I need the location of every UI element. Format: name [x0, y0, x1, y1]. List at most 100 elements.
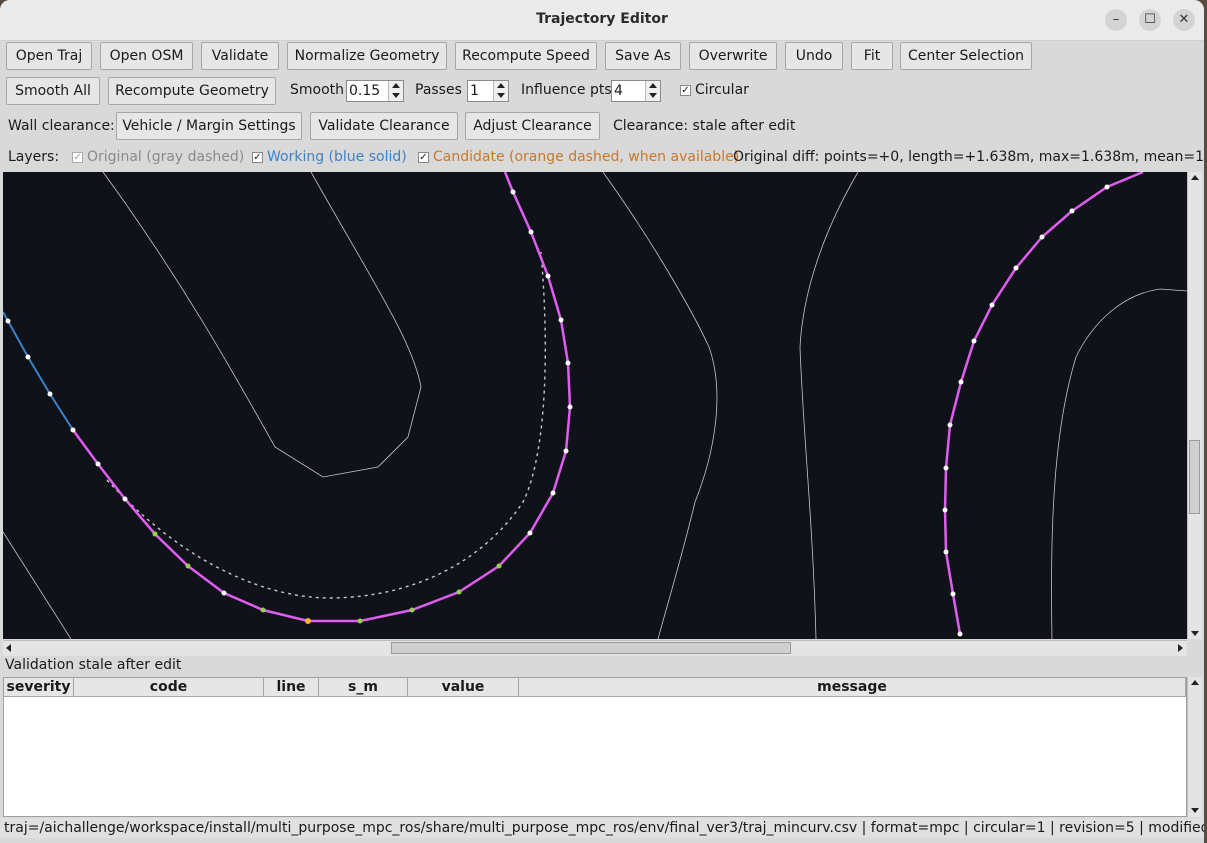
- selected-trajectory-segment[interactable]: [71, 172, 572, 623]
- right-trajectory-segment[interactable]: [943, 172, 1144, 635]
- validate-button[interactable]: Validate: [201, 42, 279, 70]
- trajectory-point[interactable]: [550, 490, 556, 496]
- save-as-button[interactable]: Save As: [605, 42, 681, 70]
- spin-up-icon[interactable]: [649, 83, 657, 88]
- candidate-layer-checkbox[interactable]: ✓: [418, 152, 429, 163]
- trajectory-point[interactable]: [5, 318, 11, 324]
- selected-point[interactable]: [305, 618, 311, 624]
- vehicle-margin-settings-button[interactable]: Vehicle / Margin Settings: [116, 112, 302, 140]
- column-s-m[interactable]: s_m: [319, 678, 408, 697]
- trajectory-point[interactable]: [942, 507, 948, 513]
- wall-right-inner: [1051, 288, 1187, 639]
- trajectory-point[interactable]: [221, 590, 227, 596]
- canvas-horizontal-scrollbar[interactable]: [3, 640, 1187, 656]
- trajectory-point[interactable]: [947, 422, 953, 428]
- open-traj-button[interactable]: Open Traj: [6, 42, 92, 70]
- recompute-speed-button[interactable]: Recompute Speed: [455, 42, 597, 70]
- circular-checkbox[interactable]: ✓: [680, 85, 691, 96]
- trajectory-point[interactable]: [943, 465, 949, 471]
- column-message[interactable]: message: [519, 678, 1186, 697]
- spin-down-icon[interactable]: [497, 93, 505, 98]
- validation-table[interactable]: severity code line s_m value message: [3, 677, 1187, 817]
- trajectory-point[interactable]: [943, 549, 949, 555]
- scroll-up-icon[interactable]: [1191, 680, 1199, 685]
- trajectory-point[interactable]: [558, 317, 564, 323]
- passes-label: Passes: [415, 82, 462, 98]
- trajectory-point[interactable]: [122, 496, 128, 502]
- scroll-down-icon[interactable]: [1191, 631, 1199, 636]
- trajectory-point[interactable]: [989, 302, 995, 308]
- canvas-vertical-scrollbar[interactable]: [1187, 172, 1202, 639]
- trajectory-point[interactable]: [563, 448, 569, 454]
- smooth-spin-arrows[interactable]: [388, 81, 403, 101]
- close-button[interactable]: ✕: [1173, 9, 1195, 31]
- influence-spin-arrows[interactable]: [645, 81, 660, 101]
- minimize-button[interactable]: –: [1105, 9, 1127, 31]
- trajectory-point[interactable]: [957, 631, 963, 637]
- trajectory-point[interactable]: [95, 461, 101, 467]
- recompute-geometry-button[interactable]: Recompute Geometry: [108, 77, 276, 105]
- trajectory-point[interactable]: [1039, 234, 1045, 240]
- column-severity[interactable]: severity: [4, 678, 74, 697]
- circular-label: Circular: [695, 82, 749, 98]
- smooth-all-button[interactable]: Smooth All: [6, 77, 100, 105]
- trajectory-point[interactable]: [567, 404, 573, 410]
- trajectory-point[interactable]: [70, 427, 76, 433]
- normalize-geometry-button[interactable]: Normalize Geometry: [287, 42, 447, 70]
- trajectory-point[interactable]: [25, 354, 31, 360]
- influence-point[interactable]: [357, 618, 363, 624]
- window-title: Trajectory Editor: [536, 11, 668, 27]
- smooth-spinbox[interactable]: 0.15: [346, 80, 404, 102]
- influence-point[interactable]: [185, 563, 191, 569]
- trajectory-point[interactable]: [565, 360, 571, 366]
- influence-point[interactable]: [152, 531, 158, 537]
- center-selection-button[interactable]: Center Selection: [900, 42, 1032, 70]
- trajectory-point[interactable]: [510, 189, 516, 195]
- maximize-button[interactable]: ☐: [1139, 9, 1161, 31]
- column-value[interactable]: value: [408, 678, 519, 697]
- column-code[interactable]: code: [74, 678, 264, 697]
- working-trajectory: [3, 311, 74, 431]
- scroll-down-icon[interactable]: [1191, 808, 1199, 813]
- horizontal-scroll-thumb[interactable]: [391, 642, 791, 654]
- trajectory-point[interactable]: [1069, 208, 1075, 214]
- influence-point[interactable]: [496, 563, 502, 569]
- spin-up-icon[interactable]: [497, 83, 505, 88]
- trajectory-points[interactable]: [5, 184, 1110, 637]
- trajectory-point[interactable]: [958, 379, 964, 385]
- spin-up-icon[interactable]: [392, 83, 400, 88]
- working-layer-checkbox[interactable]: ✓: [252, 152, 263, 163]
- trajectory-point[interactable]: [950, 591, 956, 597]
- passes-value: 1: [470, 83, 479, 99]
- passes-spin-arrows[interactable]: [493, 81, 508, 101]
- vertical-scroll-thumb[interactable]: [1189, 440, 1200, 514]
- influence-point[interactable]: [456, 589, 462, 595]
- trajectory-point[interactable]: [545, 273, 551, 279]
- table-vertical-scrollbar[interactable]: [1187, 677, 1202, 817]
- trajectory-point[interactable]: [528, 229, 534, 235]
- overwrite-button[interactable]: Overwrite: [689, 42, 777, 70]
- passes-spinbox[interactable]: 1: [467, 80, 509, 102]
- open-osm-button[interactable]: Open OSM: [100, 42, 193, 70]
- trajectory-point[interactable]: [971, 338, 977, 344]
- trajectory-point[interactable]: [47, 391, 53, 397]
- influence-point[interactable]: [260, 607, 266, 613]
- scroll-right-icon[interactable]: [1178, 644, 1183, 652]
- undo-button[interactable]: Undo: [785, 42, 843, 70]
- spin-down-icon[interactable]: [649, 93, 657, 98]
- influence-point[interactable]: [409, 607, 415, 613]
- trajectory-point[interactable]: [1013, 265, 1019, 271]
- scroll-up-icon[interactable]: [1191, 175, 1199, 180]
- fit-button[interactable]: Fit: [851, 42, 893, 70]
- influence-spinbox[interactable]: 4: [611, 80, 661, 102]
- column-line[interactable]: line: [264, 678, 319, 697]
- trajectory-canvas[interactable]: [3, 172, 1187, 639]
- map-view[interactable]: [3, 172, 1187, 639]
- scroll-left-icon[interactable]: [6, 644, 11, 652]
- original-layer-checkbox[interactable]: ✓: [72, 152, 83, 163]
- validate-clearance-button[interactable]: Validate Clearance: [310, 112, 458, 140]
- trajectory-point[interactable]: [527, 530, 533, 536]
- adjust-clearance-button[interactable]: Adjust Clearance: [465, 112, 600, 140]
- trajectory-point[interactable]: [1104, 184, 1110, 190]
- spin-down-icon[interactable]: [392, 93, 400, 98]
